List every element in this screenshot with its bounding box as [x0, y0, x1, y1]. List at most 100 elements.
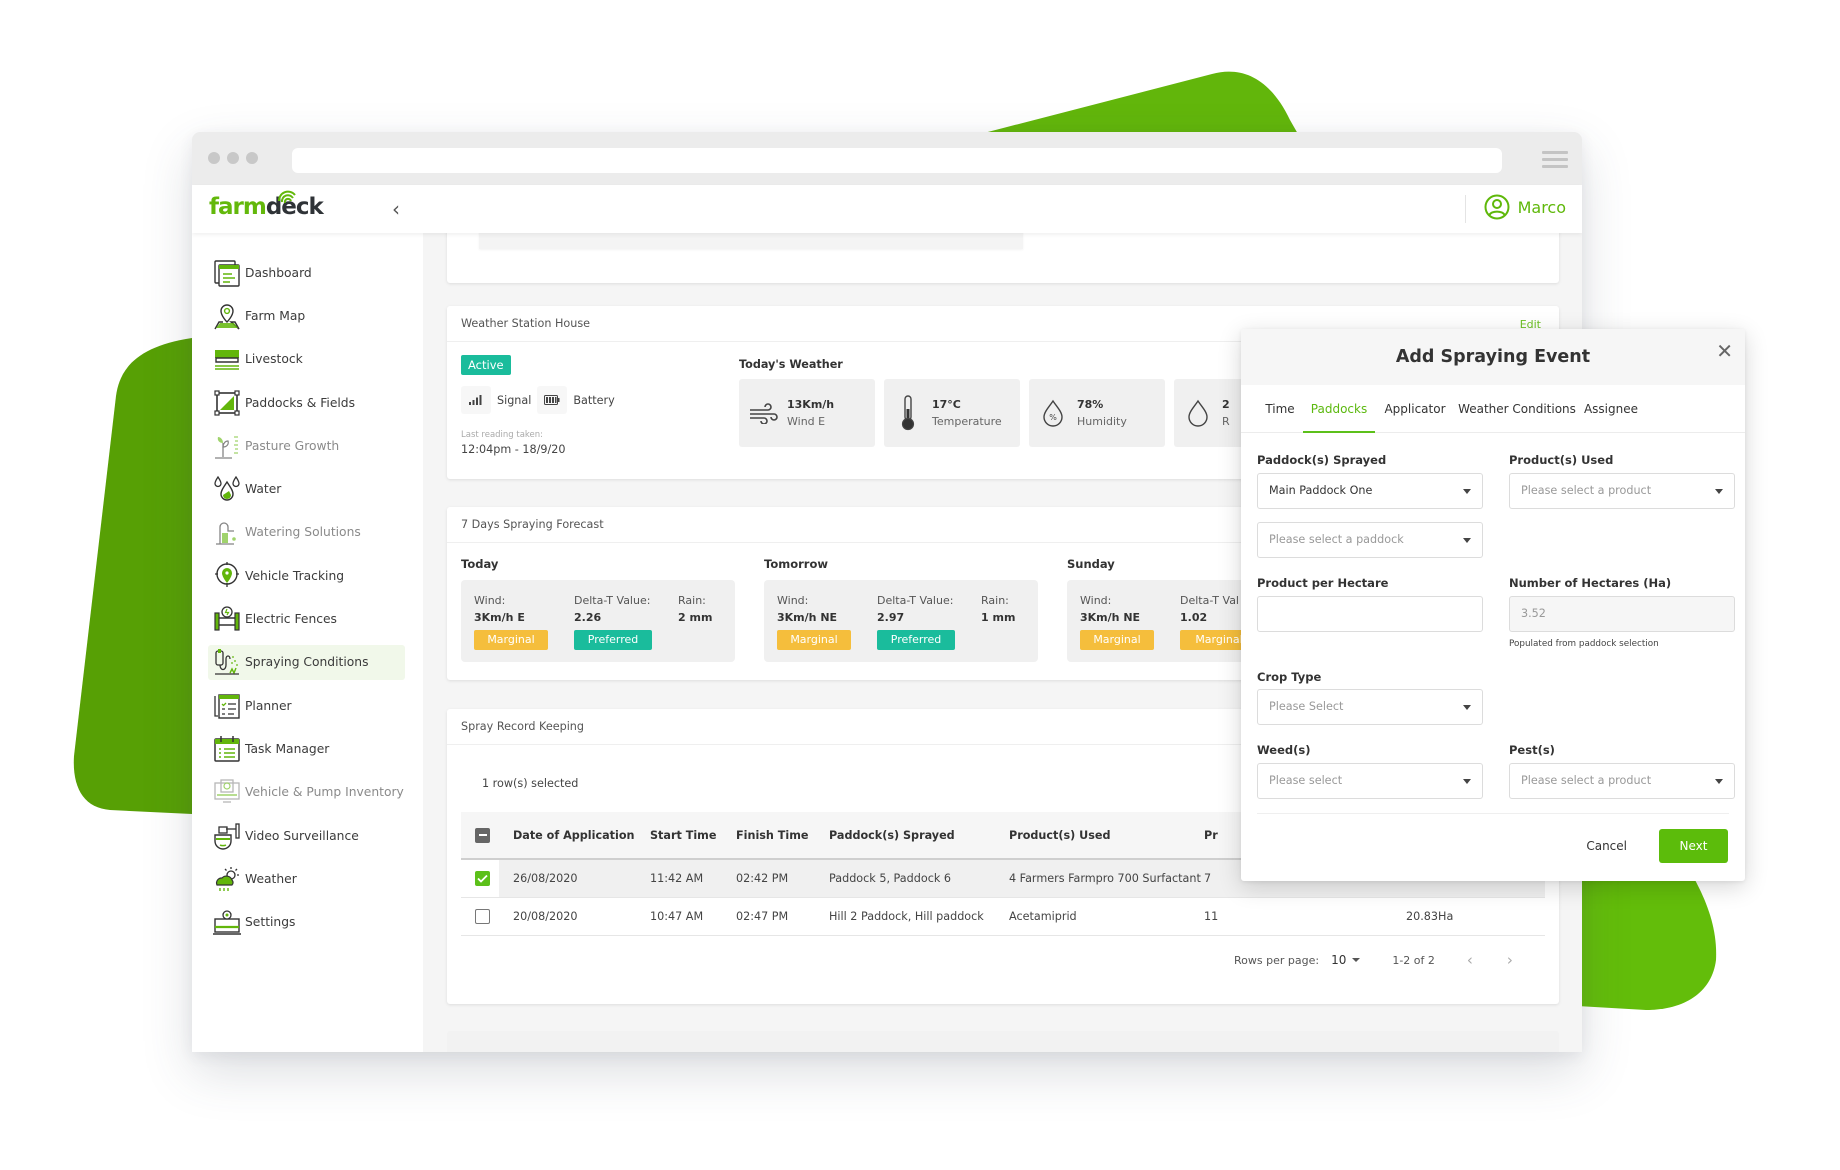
sidebar-item-electric-fences[interactable]: Electric Fences: [192, 597, 423, 640]
background-blob-top: [980, 70, 1300, 134]
column-header-date[interactable]: Date of Application: [513, 812, 634, 858]
last-reading-value: 12:04pm - 18/9/20: [461, 443, 566, 456]
tab-paddocks[interactable]: Paddocks: [1303, 385, 1375, 433]
sidebar-item-watering-solutions[interactable]: Watering Solutions: [192, 511, 423, 554]
column-header-pr[interactable]: Pr: [1204, 812, 1218, 858]
sidebar-item-farm-map[interactable]: Farm Map: [192, 294, 423, 337]
battery-label: Battery: [573, 393, 615, 407]
last-reading-label: Last reading taken:: [461, 430, 544, 440]
weeds-select[interactable]: Please select: [1257, 763, 1483, 799]
sidebar-item-vehicle-tracking[interactable]: Vehicle Tracking: [192, 554, 423, 597]
row-select-cell: [475, 898, 490, 935]
user-name: Marco: [1517, 197, 1566, 217]
sidebar-item-label: Task Manager: [245, 741, 330, 756]
product-per-hectare-input[interactable]: [1257, 596, 1483, 632]
sidebar-item-task-manager[interactable]: Task Manager: [192, 727, 423, 770]
sidebar-item-video-surveillance[interactable]: Video Surveillance: [192, 814, 423, 857]
camera-icon: [212, 821, 242, 851]
delta-t-column: Delta-T Value: 2.26: [574, 594, 650, 624]
paddock-icon: [212, 388, 242, 418]
temperature-value: 17°C: [932, 398, 961, 411]
paddock-select-1[interactable]: Main Paddock One: [1257, 473, 1483, 509]
window-minimize-dot[interactable]: [227, 152, 239, 164]
tab-weather-conditions[interactable]: Weather Conditions: [1455, 385, 1579, 433]
sidebar-item-settings[interactable]: Settings: [192, 900, 423, 943]
sidebar-item-dashboard[interactable]: Dashboard: [192, 251, 423, 294]
humidity-label: Humidity: [1077, 415, 1127, 428]
window-maximize-dot[interactable]: [246, 152, 258, 164]
sidebar-item-label: Electric Fences: [245, 612, 337, 627]
sidebar-item-paddocks-and-fields[interactable]: Paddocks & Fields: [192, 381, 423, 424]
pests-placeholder: Please select a product: [1521, 774, 1652, 787]
sidebar-item-weather[interactable]: Weather: [192, 857, 423, 900]
sidebar-item-livestock[interactable]: Livestock: [192, 338, 423, 381]
column-header-products[interactable]: Product(s) Used: [1009, 812, 1110, 858]
modal-tabs: Time Paddocks Applicator Weather Conditions…: [1241, 385, 1745, 433]
wind-rating-badge: Marginal: [474, 630, 548, 650]
row-checkbox[interactable]: [475, 909, 490, 924]
livestock-icon: [212, 344, 242, 374]
paddock-select-2[interactable]: Please select a paddock: [1257, 522, 1483, 558]
previous-page-chevron-icon[interactable]: ‹: [1467, 951, 1473, 969]
delta-t-rating-badge: Preferred: [574, 630, 652, 650]
caret-down-icon: [1463, 538, 1471, 543]
sidebar-item-label: Planner: [245, 698, 292, 713]
address-bar[interactable]: [292, 148, 1502, 173]
header-divider: [1465, 195, 1466, 223]
background-blob-left: [70, 336, 200, 816]
row-checkbox[interactable]: [475, 871, 490, 886]
user-menu[interactable]: Marco: [1484, 194, 1566, 220]
sidebar-item-pasture-growth[interactable]: Pasture Growth: [192, 424, 423, 467]
column-header-paddocks[interactable]: Paddock(s) Sprayed: [829, 812, 955, 858]
table-row[interactable]: 20/08/2020 10:47 AM 02:47 PM Hill 2 Paddock…: [461, 898, 1545, 936]
wind-value: 3Km/h NE: [1080, 611, 1141, 624]
status-badge: Active: [461, 355, 511, 375]
logo-text-farm: farm: [209, 194, 267, 220]
rows-per-page-select[interactable]: 10: [1331, 953, 1361, 967]
column-header-finish[interactable]: Finish Time: [736, 812, 809, 858]
delta-t-key: Delta-T Value:: [574, 594, 651, 607]
tab-applicator[interactable]: Applicator: [1375, 385, 1455, 433]
tab-assignee[interactable]: Assignee: [1579, 385, 1643, 433]
sidebar-item-planner[interactable]: Planner: [192, 684, 423, 727]
collapse-sidebar-chevron-icon[interactable]: ‹: [392, 197, 400, 221]
thermometer-icon: [884, 395, 932, 431]
product-select[interactable]: Please select a product: [1509, 473, 1735, 509]
next-page-chevron-icon[interactable]: ›: [1507, 951, 1513, 969]
forecast-day-tomorrow: Tomorrow: [764, 557, 828, 571]
wind-key: Wind:: [777, 594, 809, 607]
sidebar: Dashboard Farm Map Livestock Paddocks & Fie…: [192, 233, 423, 1052]
delta-t-value: 2.26: [574, 611, 602, 624]
close-icon[interactable]: ✕: [1716, 339, 1733, 363]
column-header-start[interactable]: Start Time: [650, 812, 716, 858]
crop-type-label: Crop Type: [1257, 670, 1322, 684]
tab-time[interactable]: Time: [1257, 385, 1303, 433]
rain-value: 2 mm: [678, 611, 713, 624]
add-spraying-event-modal: Add Spraying Event ✕ Time Paddocks Applica…: [1241, 329, 1745, 881]
wind-key: Wind:: [1080, 594, 1112, 607]
next-button[interactable]: Next: [1659, 829, 1728, 863]
sidebar-item-water[interactable]: Water: [192, 467, 423, 510]
cell-date: 26/08/2020: [513, 872, 578, 885]
electric-fence-icon: [212, 604, 242, 634]
sidebar-item-spraying-conditions[interactable]: Spraying Conditions: [192, 641, 423, 684]
weeds-label: Weed(s): [1257, 743, 1311, 757]
rows-selected-count: 1 row(s) selected: [482, 777, 579, 790]
select-all-checkbox[interactable]: [475, 827, 490, 843]
calendar-icon: [212, 734, 242, 764]
weeds-placeholder: Please select: [1269, 774, 1343, 787]
sprayer-icon: [212, 647, 242, 677]
crop-type-select[interactable]: Please Select: [1257, 689, 1483, 725]
wind-column: Wind: 3Km/h NE: [1080, 594, 1140, 624]
sidebar-item-label: Settings: [245, 915, 296, 930]
sidebar-item-vehicle-and-pump-inventory[interactable]: Vehicle & Pump Inventory: [192, 771, 423, 814]
pests-select[interactable]: Please select a product: [1509, 763, 1735, 799]
farmdeck-logo[interactable]: farmdeck: [209, 190, 324, 220]
window-close-dot[interactable]: [208, 152, 220, 164]
settings-icon: [212, 907, 242, 937]
water-drops-icon: [212, 474, 242, 504]
wind-value: 13Km/h: [787, 398, 835, 411]
wind-value: 3Km/h NE: [777, 611, 838, 624]
browser-menu-icon[interactable]: [1542, 151, 1568, 168]
cancel-button[interactable]: Cancel: [1586, 829, 1627, 863]
